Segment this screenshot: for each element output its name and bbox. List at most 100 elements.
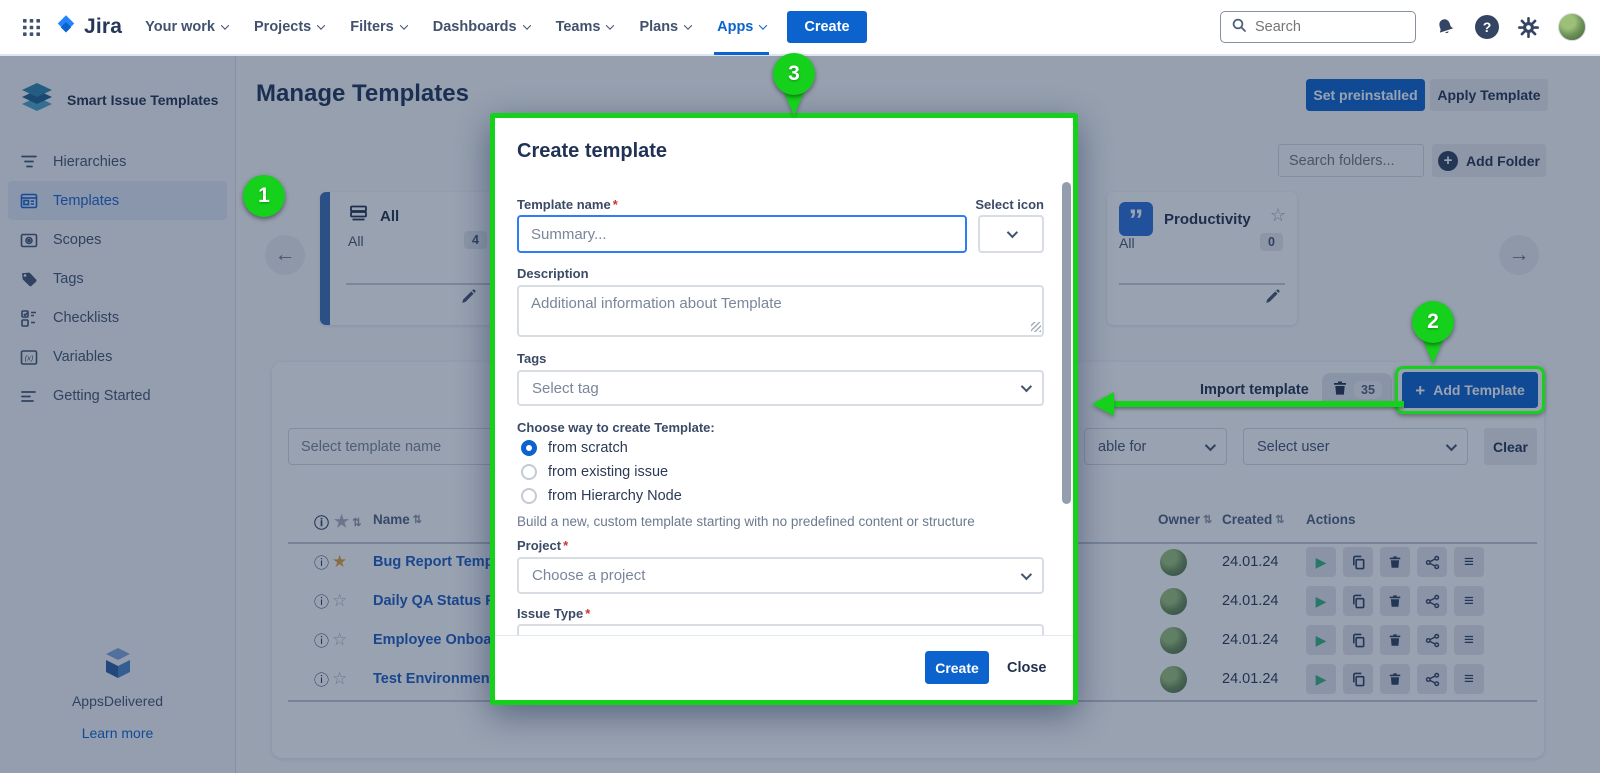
radio-from-existing-issue[interactable]: from existing issue: [521, 464, 668, 480]
nav-projects[interactable]: Projects: [241, 0, 337, 55]
template-name-input[interactable]: [517, 215, 967, 253]
tag-icon: [19, 269, 39, 289]
owner-avatar: [1160, 627, 1187, 654]
nav-filters[interactable]: Filters: [337, 0, 420, 55]
copy-template-button[interactable]: [1343, 547, 1373, 577]
more-menu-button[interactable]: ≡: [1454, 664, 1484, 694]
description-label: Description: [517, 266, 589, 281]
star-icon[interactable]: ☆: [332, 669, 347, 689]
select-icon-dropdown[interactable]: [978, 215, 1044, 253]
folder-count-badge: 0: [1260, 233, 1283, 251]
share-template-button[interactable]: [1417, 625, 1447, 655]
created-date: 24.01.24: [1222, 554, 1278, 570]
import-template-link[interactable]: Import template: [1200, 382, 1309, 398]
search-folders-field[interactable]: [1278, 144, 1424, 177]
sidebar-item-variables[interactable]: (x) Variables: [8, 337, 227, 376]
more-menu-button[interactable]: ≡: [1454, 586, 1484, 616]
copy-template-button[interactable]: [1343, 625, 1373, 655]
column-owner[interactable]: Owner⇅: [1158, 512, 1211, 527]
select-icon-label: Select icon: [975, 197, 1044, 212]
sidebar-item-hierarchies[interactable]: Hierarchies: [8, 142, 227, 181]
folder-subtitle: All: [348, 233, 364, 249]
user-avatar[interactable]: [1558, 13, 1586, 41]
search-input[interactable]: [1255, 19, 1395, 35]
star-icon[interactable]: ★: [332, 552, 347, 572]
share-template-button[interactable]: [1417, 664, 1447, 694]
sidebar-item-getting-started[interactable]: Getting Started: [8, 376, 227, 415]
copy-template-button[interactable]: [1343, 586, 1373, 616]
sidebar-item-scopes[interactable]: Scopes: [8, 220, 227, 259]
modal-create-button[interactable]: Create: [925, 651, 989, 684]
delete-template-button[interactable]: [1380, 664, 1410, 694]
edit-folder-pencil-icon[interactable]: [460, 288, 477, 310]
run-template-button[interactable]: ▶: [1306, 547, 1336, 577]
column-starred[interactable]: ★⇅: [334, 512, 360, 532]
nav-plans[interactable]: Plans: [626, 0, 704, 55]
info-icon[interactable]: ⓘ: [314, 552, 329, 573]
more-menu-button[interactable]: ≡: [1454, 547, 1484, 577]
sidebar-item-templates[interactable]: Templates: [8, 181, 227, 220]
learn-more-link[interactable]: Learn more: [82, 725, 154, 741]
select-user-filter[interactable]: Select user: [1243, 428, 1468, 465]
run-template-button[interactable]: ▶: [1306, 625, 1336, 655]
project-dropdown[interactable]: Choose a project: [517, 557, 1044, 594]
column-created[interactable]: Created⇅: [1222, 512, 1284, 527]
nav-teams[interactable]: Teams: [543, 0, 627, 55]
app-switcher-icon[interactable]: [14, 10, 48, 44]
sidebar-item-tags[interactable]: Tags: [8, 259, 227, 298]
info-icon[interactable]: ⓘ: [314, 591, 329, 612]
info-icon[interactable]: ⓘ: [314, 669, 329, 690]
folder-title: Productivity: [1164, 211, 1251, 228]
trash-count-badge: 35: [1354, 381, 1382, 399]
radio-from-hierarchy-node[interactable]: from Hierarchy Node: [521, 488, 682, 504]
template-name-link[interactable]: Test Environment F: [373, 671, 507, 687]
add-folder-button[interactable]: + Add Folder: [1432, 144, 1546, 177]
carousel-left-arrow[interactable]: ←: [265, 235, 305, 275]
apply-template-button[interactable]: Apply Template: [1430, 79, 1548, 111]
available-for-filter[interactable]: able for: [1084, 428, 1227, 465]
modal-close-button[interactable]: Close: [1007, 651, 1047, 684]
run-template-button[interactable]: ▶: [1306, 586, 1336, 616]
info-icon[interactable]: ⓘ: [314, 630, 329, 651]
column-name[interactable]: Name⇅: [373, 512, 421, 527]
sidebar-item-checklists[interactable]: Checklists: [8, 298, 227, 337]
star-icon[interactable]: ☆: [332, 630, 347, 650]
template-name-link[interactable]: Daily QA Status Re: [373, 593, 504, 609]
nav-apps[interactable]: Apps: [704, 0, 779, 55]
annotation-step-3-marker: 3: [773, 53, 815, 95]
folder-count-badge: 4: [464, 231, 487, 249]
carousel-right-arrow[interactable]: →: [1499, 235, 1539, 275]
delete-template-button[interactable]: [1380, 547, 1410, 577]
chevron-down-icon: [221, 21, 229, 29]
radio-from-scratch[interactable]: from scratch: [521, 440, 628, 456]
clear-filters-button[interactable]: Clear: [1484, 428, 1537, 465]
edit-folder-pencil-icon[interactable]: [1264, 288, 1281, 310]
create-button[interactable]: Create: [787, 11, 866, 43]
more-menu-button[interactable]: ≡: [1454, 625, 1484, 655]
share-template-button[interactable]: [1417, 547, 1447, 577]
delete-template-button[interactable]: [1380, 625, 1410, 655]
run-template-button[interactable]: ▶: [1306, 664, 1336, 694]
template-name-link[interactable]: Bug Report Templa: [373, 554, 506, 570]
nav-dashboards[interactable]: Dashboards: [420, 0, 543, 55]
global-search[interactable]: [1220, 11, 1416, 43]
chevron-down-icon: [606, 21, 614, 29]
favorite-star-icon[interactable]: ☆: [1270, 205, 1286, 226]
set-preinstalled-button[interactable]: Set preinstalled: [1306, 79, 1425, 111]
chevron-down-icon: [1007, 227, 1018, 238]
notifications-bell-icon[interactable]: [1435, 17, 1456, 38]
description-textarea[interactable]: [517, 285, 1044, 337]
delete-template-button[interactable]: [1380, 586, 1410, 616]
share-template-button[interactable]: [1417, 586, 1447, 616]
settings-gear-icon[interactable]: [1518, 17, 1539, 38]
folder-card-productivity[interactable]: ” Productivity ☆ All 0: [1107, 192, 1297, 325]
help-icon[interactable]: ?: [1475, 15, 1499, 39]
search-folders-input[interactable]: [1289, 153, 1413, 169]
jira-logo[interactable]: Jira: [48, 13, 132, 42]
star-icon[interactable]: ☆: [332, 591, 347, 611]
template-name-link[interactable]: Employee Onboard: [373, 632, 506, 648]
modal-scrollbar[interactable]: [1062, 182, 1071, 504]
tags-dropdown[interactable]: Select tag: [517, 370, 1044, 406]
copy-template-button[interactable]: [1343, 664, 1373, 694]
nav-your-work[interactable]: Your work: [132, 0, 241, 55]
